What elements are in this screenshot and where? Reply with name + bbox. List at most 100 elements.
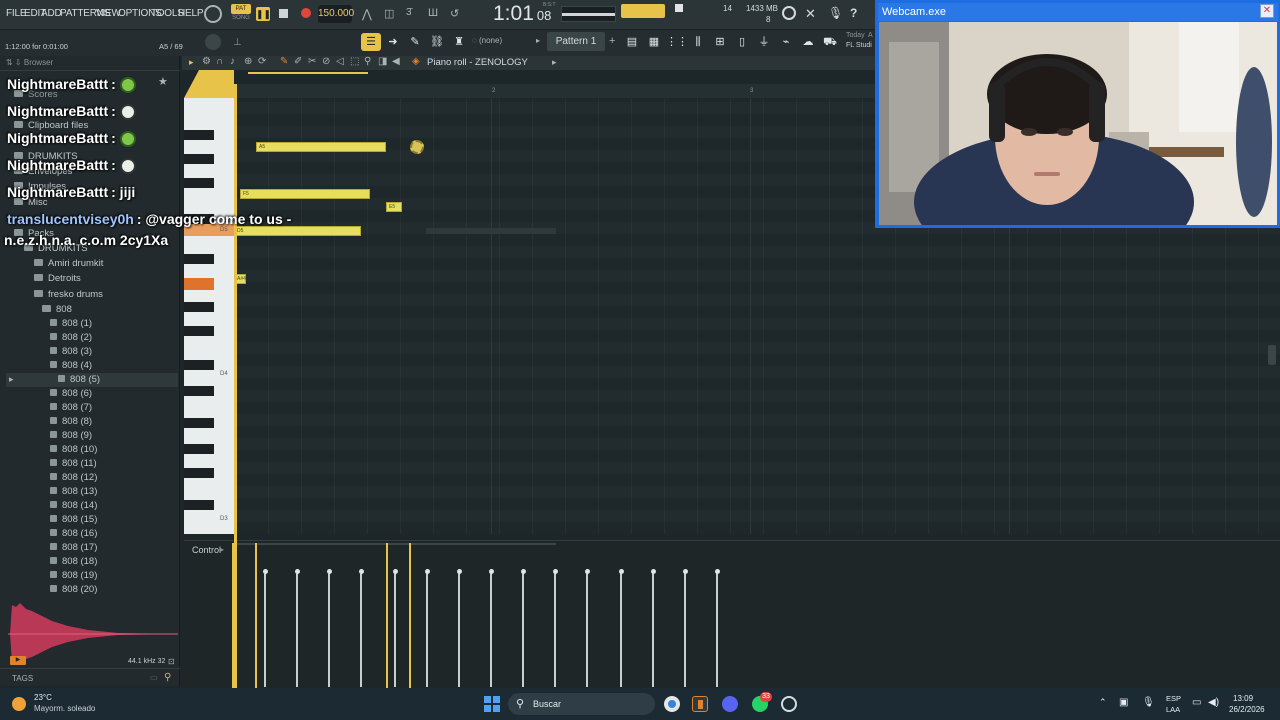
velocity-stem[interactable] <box>294 569 300 687</box>
browser-icon[interactable]: ⊞ <box>710 33 730 51</box>
add-pattern-icon[interactable]: + <box>609 35 615 47</box>
blend-icon[interactable]: Ш <box>428 7 444 21</box>
playlist-toggle-icon[interactable]: ☰ <box>361 33 381 51</box>
velocity-stem[interactable] <box>552 569 558 687</box>
webcam-title-bar[interactable]: Webcam.exe <box>878 3 1278 21</box>
midi-note[interactable]: F5 <box>240 189 370 199</box>
black-key[interactable] <box>184 302 214 312</box>
velocity-handle[interactable] <box>424 569 430 574</box>
browser-item[interactable]: Detroits <box>34 273 81 284</box>
velocity-handle[interactable] <box>358 569 364 574</box>
playhead[interactable] <box>234 84 237 688</box>
velocity-stem[interactable] <box>262 569 268 687</box>
sample-item[interactable]: 808 (11) <box>50 458 97 469</box>
refresh-icon[interactable] <box>782 6 796 20</box>
pause-button[interactable]: ❚❚ <box>256 7 271 21</box>
velocity-handle[interactable] <box>520 569 526 574</box>
sample-item[interactable]: 808 (4) <box>50 360 92 371</box>
menu-add[interactable]: ADD <box>41 8 62 19</box>
record-mode-icon[interactable] <box>204 5 222 23</box>
browser-nav-icon[interactable]: ⇅ ⇩ <box>6 58 24 67</box>
black-key[interactable] <box>184 444 214 454</box>
sample-item[interactable]: 808 (3) <box>50 346 92 357</box>
sample-item[interactable]: 808 (1) <box>50 318 92 329</box>
volume-icon[interactable]: ◀) <box>1208 697 1219 708</box>
sample-item[interactable]: 808 (15) <box>50 514 97 525</box>
plugin-icon[interactable]: ⏚ <box>754 33 774 51</box>
velocity-stem[interactable] <box>358 569 364 687</box>
resize-icon[interactable]: ⊡ <box>168 657 175 666</box>
cart-icon[interactable]: ⛟ <box>820 33 840 51</box>
webcam-close-button[interactable]: ✕ <box>1260 4 1274 18</box>
countdown-icon[interactable]: 3̄ <box>406 7 422 21</box>
menu-help[interactable]: HELP <box>178 8 204 19</box>
velocity-handle[interactable] <box>682 569 688 574</box>
sample-item[interactable]: 808 (19) <box>50 570 97 581</box>
sample-item[interactable]: 808 (8) <box>50 416 92 427</box>
velocity-stem[interactable] <box>392 569 398 687</box>
tempo-display[interactable]: 150.000 <box>318 5 354 23</box>
paint-tool-icon[interactable]: ✐ <box>294 56 302 67</box>
stamp-icon[interactable]: ♜ <box>449 33 469 51</box>
sample-item[interactable]: 808 (2) <box>50 332 92 343</box>
velocity-stem[interactable] <box>714 569 720 687</box>
sample-item[interactable]: 808 (10) <box>50 444 97 455</box>
pitch-slider-icon[interactable]: ⊥ <box>233 37 242 48</box>
sample-item[interactable]: 808 (14) <box>50 500 97 511</box>
file-icon[interactable]: ▯ <box>732 33 752 51</box>
network-icon[interactable]: ▭ <box>1192 697 1201 708</box>
browser-item[interactable]: fresko drums <box>34 289 103 300</box>
velocity-handle[interactable] <box>552 569 558 574</box>
search-box[interactable]: ⚲ Buscar <box>508 693 655 715</box>
wand-icon[interactable]: ⌁ <box>776 33 796 51</box>
clock-time[interactable]: 13:09 <box>1233 694 1253 703</box>
microphone-icon[interactable]: 🎙 <box>828 6 843 20</box>
channel-selector[interactable]: ◌ (none) <box>472 36 502 45</box>
black-key[interactable] <box>184 468 214 478</box>
piano-keyboard[interactable]: D5 D4 D3 <box>184 98 234 534</box>
waveform-play-icon[interactable]: ▶ <box>10 656 26 665</box>
play-small-icon[interactable]: ▸ <box>536 36 540 45</box>
black-key[interactable] <box>184 360 214 370</box>
loop-region-bar[interactable] <box>248 72 368 74</box>
midi-note[interactable]: A5 <box>256 142 386 152</box>
metronome-icon[interactable]: ⋀ <box>362 7 376 21</box>
black-key[interactable] <box>184 418 214 428</box>
tools-icon[interactable]: ✕ <box>805 6 816 22</box>
tray-mic-icon[interactable]: 🎙 <box>1142 697 1155 708</box>
pattern-selector[interactable]: Pattern 1 <box>547 32 605 51</box>
record-button[interactable] <box>301 8 311 18</box>
pat-toggle[interactable]: PAT <box>231 4 251 14</box>
clock-date[interactable]: 26/2/2026 <box>1229 705 1265 714</box>
velocity-stem[interactable] <box>618 569 624 687</box>
stop-button[interactable] <box>279 9 288 18</box>
tags-edit-icon[interactable]: ▭ <box>150 673 158 682</box>
velocity-handle[interactable] <box>456 569 462 574</box>
velocity-handle[interactable] <box>326 569 332 574</box>
mixer-icon[interactable]: ⫼ <box>688 33 708 51</box>
preview-play-icon[interactable]: ▸ <box>9 374 14 385</box>
zoom-handle[interactable] <box>184 70 234 98</box>
playlist-icon[interactable]: ▤ <box>622 33 642 51</box>
mute-tool-icon[interactable]: ⊘ <box>322 56 330 67</box>
magnet-icon[interactable]: ∩ <box>216 56 223 67</box>
sample-item[interactable]: 808 (13) <box>50 486 97 497</box>
loop-icon[interactable]: ⟳ <box>258 56 266 67</box>
velocity-stem[interactable] <box>456 569 462 687</box>
control-lane[interactable]: Control ▸ <box>184 540 1280 689</box>
browser-item[interactable]: 808 <box>42 304 72 315</box>
app-icon[interactable] <box>781 696 797 712</box>
fl-studio-icon[interactable] <box>692 696 708 712</box>
language-layout[interactable]: LAA <box>1166 705 1180 714</box>
black-key[interactable] <box>184 326 214 336</box>
control-arrow-icon[interactable]: ▸ <box>220 545 224 554</box>
tray-chevron-icon[interactable]: ⌃ <box>1099 697 1107 708</box>
velocity-stem[interactable] <box>682 569 688 687</box>
black-key[interactable] <box>184 254 214 264</box>
instrument-icon[interactable]: ◈ <box>412 56 420 67</box>
black-key[interactable] <box>184 130 214 140</box>
velocity-handle[interactable] <box>650 569 656 574</box>
velocity-handle[interactable] <box>262 569 268 574</box>
velocity-stem[interactable] <box>520 569 526 687</box>
language-code[interactable]: ESP <box>1166 694 1181 703</box>
